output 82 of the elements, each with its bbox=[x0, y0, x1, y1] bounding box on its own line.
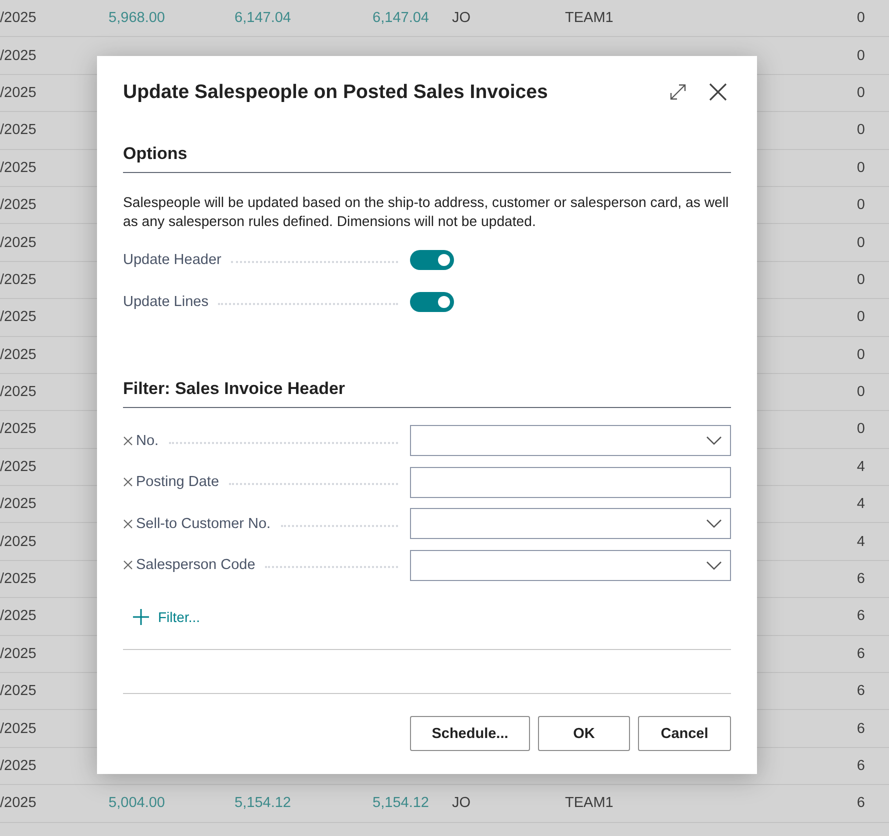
table-cell-text: 0 bbox=[856, 48, 866, 64]
table-cell-text: 0 bbox=[856, 309, 866, 326]
table-cell: /2025 bbox=[0, 571, 36, 588]
chevron-down-icon bbox=[706, 436, 722, 446]
table-cell: /2025 bbox=[0, 758, 36, 774]
remove-filter-icon[interactable] bbox=[123, 518, 133, 529]
table-cell-text: 0 bbox=[856, 346, 866, 363]
table-cell: /2025 bbox=[0, 346, 36, 363]
table-cell: /2025 bbox=[0, 421, 36, 438]
table-cell-text: 0 bbox=[856, 10, 866, 26]
table-cell-text: 4 bbox=[856, 496, 866, 512]
table-cell: /2025 bbox=[0, 84, 36, 101]
remove-filter-icon[interactable] bbox=[123, 477, 133, 488]
table-cell: /2025 bbox=[0, 272, 36, 288]
table-cell: /2025 bbox=[0, 197, 36, 214]
table-cell: 5,004.00 bbox=[108, 795, 165, 812]
table-cell: /2025 bbox=[0, 496, 36, 512]
field-label: Update Header bbox=[123, 252, 222, 268]
table-cell-text: 0 bbox=[856, 122, 866, 138]
field-label: Sell-to Customer No. bbox=[136, 516, 271, 532]
remove-filter-icon[interactable] bbox=[123, 560, 133, 570]
dialog-button[interactable]: OK bbox=[538, 716, 630, 751]
table-cell-text: 6 bbox=[856, 795, 866, 812]
table-cell: 5,968.00 bbox=[108, 10, 165, 26]
chevron-down-icon bbox=[706, 519, 722, 528]
section-heading: Options bbox=[123, 144, 731, 173]
toggle-switch[interactable] bbox=[410, 250, 454, 270]
table-cell: 6,147.04 bbox=[372, 10, 429, 26]
table-cell: TEAM1 bbox=[565, 10, 614, 26]
table-cell-text: 0 bbox=[856, 234, 866, 251]
table-cell-text: 0 bbox=[856, 197, 866, 214]
table-cell: /2025 bbox=[0, 10, 36, 26]
dropdown-field[interactable] bbox=[410, 508, 731, 540]
dialog-button[interactable]: Cancel bbox=[638, 716, 731, 751]
field-label: Update Lines bbox=[123, 294, 208, 310]
table-cell-text: 6 bbox=[856, 683, 866, 700]
dialog-title: Update Salespeople on Posted Sales Invoices bbox=[123, 80, 549, 104]
table-cell: 6,147.04 bbox=[234, 10, 291, 26]
table-cell: /2025 bbox=[0, 122, 36, 138]
table-cell: /2025 bbox=[0, 48, 36, 64]
table-cell: /2025 bbox=[0, 384, 36, 400]
table-cell-text: 4 bbox=[856, 534, 866, 550]
table-cell-text: JO bbox=[451, 10, 471, 26]
dropdown-field[interactable] bbox=[410, 550, 731, 581]
section-heading: Filter: Sales Invoice Header bbox=[123, 379, 731, 408]
table-cell: 5,154.12 bbox=[372, 795, 429, 812]
table-cell: /2025 bbox=[0, 795, 36, 812]
table-cell: /2025 bbox=[0, 720, 36, 737]
table-cell-text: 0 bbox=[856, 272, 866, 288]
description-text: Salespeople will be updated based on the ship-to address, customer or salesperson card, as well as any salesperson rules defined. Dimensions will not be updated. bbox=[123, 193, 730, 231]
table-cell-text: JO bbox=[451, 795, 471, 812]
field-label: No. bbox=[136, 432, 159, 449]
table-cell-text: 0 bbox=[856, 421, 866, 438]
table-cell-text: 6 bbox=[856, 758, 866, 774]
table-cell: /2025 bbox=[0, 234, 36, 251]
input-field[interactable] bbox=[410, 466, 731, 498]
field-label: Posting Date bbox=[136, 474, 220, 490]
table-cell: 5,154.12 bbox=[234, 795, 291, 812]
table-cell-text: 6 bbox=[856, 646, 866, 662]
table-cell: /2025 bbox=[0, 458, 36, 475]
table-cell-text: 0 bbox=[856, 384, 866, 400]
table-cell-text: 6 bbox=[856, 720, 866, 737]
table-cell: /2025 bbox=[0, 160, 36, 176]
table-cell: /2025 bbox=[0, 309, 36, 326]
table-cell-text: 4 bbox=[856, 458, 866, 475]
remove-filter-icon[interactable] bbox=[123, 436, 133, 446]
table-cell-text: 6 bbox=[856, 571, 866, 588]
chevron-down-icon bbox=[706, 560, 722, 570]
table-cell-text: 0 bbox=[856, 160, 866, 176]
dropdown-field[interactable] bbox=[410, 425, 731, 456]
table-cell: /2025 bbox=[0, 646, 36, 662]
add-filter-link[interactable]: Filter... bbox=[123, 599, 731, 635]
table-cell: TEAM1 bbox=[565, 795, 614, 812]
table-cell: /2025 bbox=[0, 534, 36, 550]
table-cell: /2025 bbox=[0, 608, 36, 624]
dialog-button[interactable]: Schedule... bbox=[410, 716, 530, 751]
field-label: Salesperson Code bbox=[136, 557, 256, 574]
table-cell: /2025 bbox=[0, 683, 36, 700]
table-cell-text: 6 bbox=[856, 608, 866, 624]
plus-icon bbox=[132, 608, 150, 626]
table-cell-text: 0 bbox=[856, 84, 866, 101]
toggle-switch[interactable] bbox=[410, 292, 454, 312]
